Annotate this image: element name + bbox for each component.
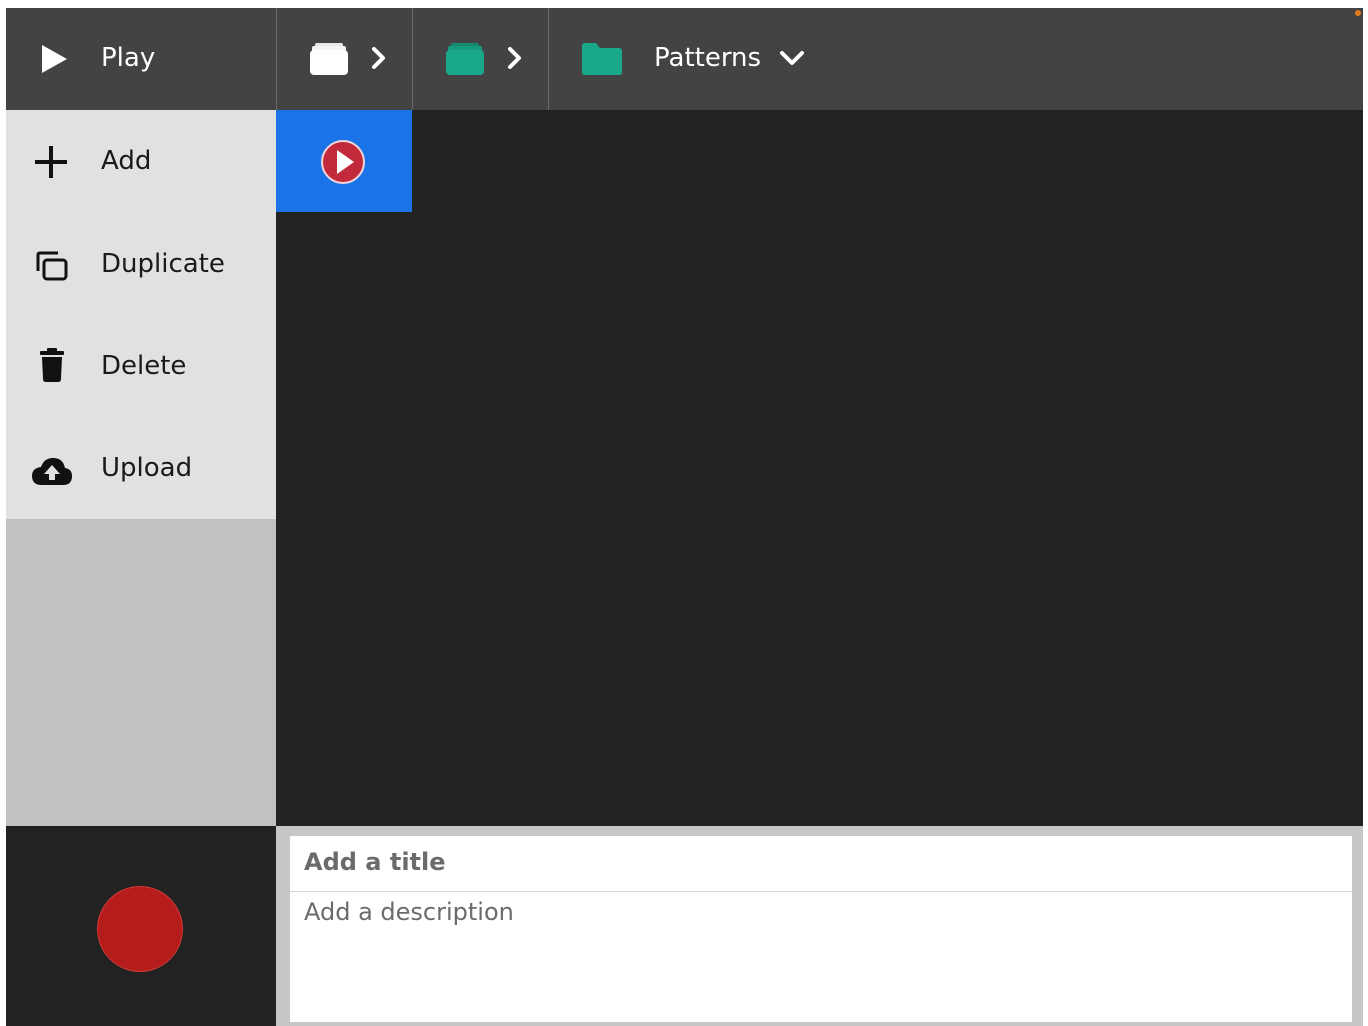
upload-button[interactable]: Upload [6, 416, 276, 518]
duplicate-icon [36, 251, 68, 285]
pattern-grid [276, 110, 1363, 826]
folder-teal-icon [446, 43, 484, 79]
play-icon [40, 44, 68, 78]
top-bar: Play Patterns [6, 8, 1363, 111]
notification-dot [1355, 10, 1361, 16]
play-circle-icon [320, 139, 366, 189]
chevron-right-icon [507, 46, 523, 74]
duplicate-button[interactable]: Duplicate [6, 212, 276, 314]
play-label: Play [101, 43, 156, 73]
app-window: Play Patterns Add Duplicate Delete Uploa… [6, 8, 1363, 1026]
record-panel [6, 826, 276, 1026]
sidebar-empty-area [6, 519, 276, 826]
plus-icon [34, 145, 68, 183]
cloud-upload-icon [32, 457, 72, 489]
trash-icon [40, 348, 64, 386]
details-card [290, 836, 1352, 1022]
title-input[interactable] [304, 844, 1334, 880]
chevron-down-icon[interactable] [779, 50, 805, 72]
record-button[interactable] [97, 886, 183, 972]
pattern-tile-selected[interactable] [276, 110, 412, 212]
description-input[interactable] [304, 898, 1334, 1008]
breadcrumb-current[interactable]: Patterns [548, 8, 1364, 110]
upload-label: Upload [101, 453, 193, 483]
breadcrumb-root[interactable] [276, 8, 412, 110]
add-button[interactable]: Add [6, 110, 276, 212]
details-panel [276, 826, 1363, 1026]
breadcrumb-sub[interactable] [412, 8, 548, 110]
chevron-right-icon [371, 46, 387, 74]
play-button[interactable]: Play [6, 8, 276, 110]
sidebar-menu: Add Duplicate Delete Upload [6, 110, 276, 519]
delete-button[interactable]: Delete [6, 314, 276, 416]
folder-icon [582, 43, 622, 79]
add-label: Add [101, 146, 152, 176]
duplicate-label: Duplicate [101, 249, 225, 279]
delete-label: Delete [101, 351, 187, 381]
title-field [290, 836, 1352, 892]
breadcrumb-current-label: Patterns [654, 43, 762, 73]
folder-white-icon [310, 43, 348, 79]
